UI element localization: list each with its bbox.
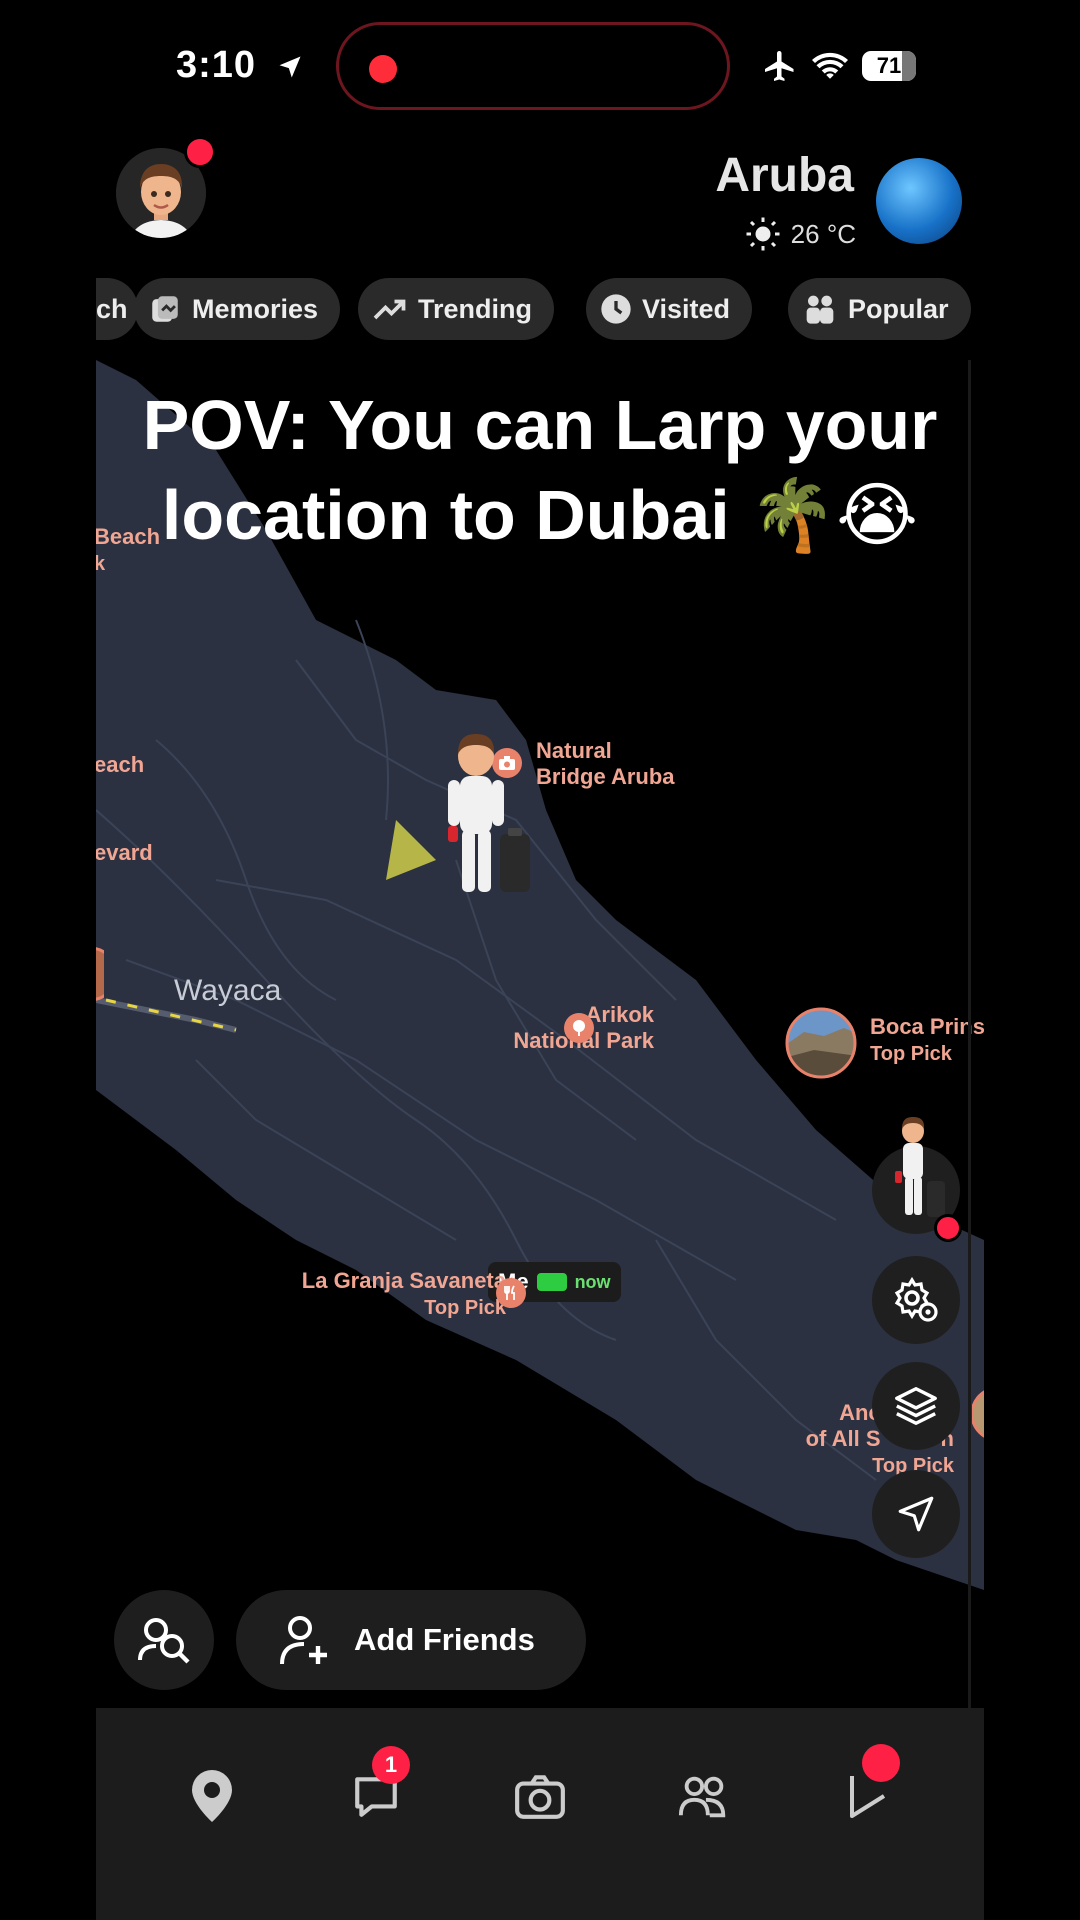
people-icon [806, 295, 834, 324]
airplane-icon [765, 51, 794, 81]
weather-info: 26 °C [745, 216, 856, 252]
map-filter-chips: ch Memories Trending Visited Popular [96, 278, 984, 340]
search-friends-icon [138, 1618, 190, 1664]
restaurant-pin-icon[interactable] [496, 1278, 526, 1308]
memories-icon [152, 296, 178, 322]
recenter-location-button[interactable] [872, 1470, 960, 1558]
map-label-boca-prins[interactable]: Boca Prins Top Pick [870, 1014, 984, 1067]
status-time: 3:10 [176, 44, 304, 87]
map-label-boulevard: evard [96, 840, 153, 865]
chip-partial[interactable]: ch [96, 278, 138, 340]
globe-icon[interactable] [876, 158, 962, 244]
map-scroll-track [968, 360, 971, 1708]
map-settings-button[interactable] [872, 1256, 960, 1344]
friend-search-button[interactable] [114, 1590, 214, 1690]
navigation-arrow-icon [898, 1496, 934, 1532]
bitmoji-me[interactable] [426, 730, 536, 910]
map-label-beach-2: each [96, 752, 145, 777]
video-caption: POV: You can Larp your location to Dubai… [142, 386, 938, 554]
settings-icon [894, 1276, 938, 1322]
spotlight-notification-dot [862, 1744, 900, 1782]
map-pin-icon [192, 1770, 232, 1822]
nav-camera[interactable] [508, 1764, 572, 1828]
wifi-icon [812, 52, 848, 79]
profile-notification-dot [184, 136, 216, 168]
map-label-la-granja[interactable]: La Granja Savaneta Top Pick [216, 1268, 506, 1321]
sun-icon [746, 217, 780, 251]
park-pin-icon[interactable] [564, 1013, 594, 1043]
add-friends-label: Add Friends [354, 1622, 535, 1657]
temperature: 26 °C [790, 218, 856, 249]
trending-icon [373, 299, 406, 320]
friends-icon [678, 1776, 726, 1818]
boca-prins-thumbnail[interactable] [784, 1006, 858, 1080]
nav-map[interactable] [180, 1764, 244, 1828]
battery-indicator: 71 [862, 51, 916, 81]
clock-icon [601, 294, 631, 324]
chip-popular[interactable]: Popular [788, 278, 971, 340]
add-friends-button[interactable]: Add Friends [236, 1590, 586, 1690]
recording-indicator [369, 55, 397, 83]
bottom-navigation: 1 [96, 1708, 984, 1920]
map-label-arikok[interactable]: Arikok National Park [404, 1002, 654, 1054]
location-arrow-icon [279, 56, 301, 78]
camera-icon [515, 1775, 565, 1819]
map-label-wayaca: Wayaca [174, 974, 282, 1007]
location-name: Aruba [715, 149, 854, 202]
map-label-natural-bridge[interactable]: Natural Bridge Aruba [536, 738, 675, 790]
nav-friends[interactable] [672, 1764, 736, 1828]
chip-memories[interactable]: Memories [134, 278, 341, 340]
map-layers-button[interactable] [872, 1362, 960, 1450]
status-icons: 71 [762, 44, 916, 88]
friend-notification-dot [934, 1214, 962, 1242]
map-view[interactable]: Beachk each evard NaturalBridge Aruba Me… [96, 360, 984, 1708]
place-thumbnail-left[interactable] [96, 944, 104, 1004]
layers-icon [895, 1387, 937, 1425]
dynamic-island [336, 22, 730, 110]
chip-trending[interactable]: Trending [358, 278, 554, 340]
place-thumbnail-right[interactable] [972, 1384, 984, 1444]
chat-badge: 1 [372, 1746, 410, 1784]
battery-icon [536, 1273, 567, 1291]
add-user-icon [280, 1616, 327, 1665]
chip-visited[interactable]: Visited [586, 278, 753, 340]
